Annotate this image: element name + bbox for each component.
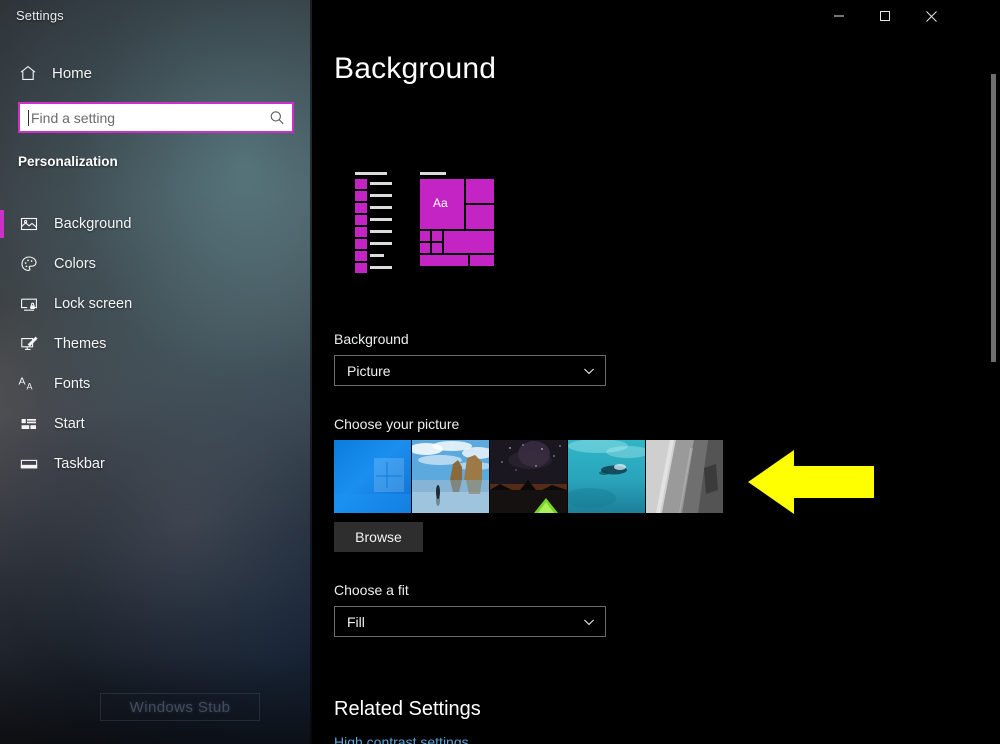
selection-accent-bar (0, 370, 4, 398)
search-box[interactable] (18, 102, 294, 133)
start-icon (18, 413, 40, 435)
selection-accent-bar (0, 450, 4, 478)
palette-icon (18, 253, 40, 275)
picture-thumbnail-wharariki-beach[interactable] (412, 440, 489, 513)
fit-label: Choose a fit (334, 582, 409, 598)
themes-icon (18, 333, 40, 355)
sidebar-item-lock-screen-label: Lock screen (54, 296, 133, 312)
annotation-arrow-left-icon (748, 448, 874, 521)
svg-text:A: A (19, 376, 26, 388)
sidebar-item-fonts-label: Fonts (54, 376, 91, 392)
sidebar-item-colors[interactable]: Colors (0, 244, 312, 284)
background-label: Background (334, 331, 409, 347)
sidebar-item-colors-label: Colors (54, 256, 96, 272)
sidebar-nav-list: Background Colors Lock screen Themes A A… (0, 204, 312, 484)
preview-tile-text: Aa (433, 196, 448, 210)
search-icon[interactable] (268, 109, 286, 127)
fit-value: Fill (347, 613, 365, 630)
selection-accent-bar (0, 210, 4, 238)
page-title: Background (334, 52, 497, 85)
sidebar-item-themes-label: Themes (54, 336, 107, 352)
close-button[interactable] (908, 0, 954, 32)
related-settings-title: Related Settings (334, 698, 481, 720)
sidebar-group-header: Personalization (18, 154, 118, 169)
selection-accent-bar (0, 250, 4, 278)
preview-tile-grid: Aa (420, 172, 496, 276)
minimize-button[interactable] (816, 0, 862, 32)
title-bar (312, 0, 1000, 32)
sidebar-item-start-label: Start (54, 416, 85, 432)
sidebar-item-background-label: Background (54, 216, 132, 232)
sidebar-item-themes[interactable]: Themes (0, 324, 312, 364)
picture-icon (18, 213, 40, 235)
selection-accent-bar (0, 290, 4, 318)
fit-dropdown[interactable]: Fill (334, 606, 606, 637)
sidebar-item-lock-screen[interactable]: Lock screen (0, 284, 312, 324)
desktop-watermark: Windows Stub (100, 693, 260, 721)
sidebar-item-home[interactable]: Home (0, 58, 312, 88)
scrollbar-thumb[interactable] (991, 74, 996, 362)
sidebar-item-fonts[interactable]: A A Fonts (0, 364, 312, 404)
sidebar-item-home-label: Home (52, 64, 93, 82)
taskbar-icon (18, 453, 40, 475)
selection-accent-bar (0, 330, 4, 358)
app-title: Settings (16, 8, 64, 23)
browse-button[interactable]: Browse (334, 522, 423, 552)
related-settings-link[interactable]: High contrast settings (334, 734, 469, 744)
picture-thumbnail-windows-default-blue[interactable] (334, 440, 411, 513)
sidebar: Windows Stub Settings Home Personalizati… (0, 0, 312, 744)
choose-picture-label: Choose your picture (334, 416, 460, 432)
search-input[interactable] (31, 109, 268, 126)
preview-start-list (352, 172, 392, 276)
text-caret (28, 109, 29, 126)
maximize-button[interactable] (862, 0, 908, 32)
settings-window: Windows Stub Settings Home Personalizati… (0, 0, 1000, 744)
sidebar-item-start[interactable]: Start (0, 404, 312, 444)
chevron-down-icon (581, 614, 597, 630)
background-type-dropdown[interactable]: Picture (334, 355, 606, 386)
picture-thumbnail-rock-face-grayscale[interactable] (646, 440, 723, 513)
picture-thumbnail-night-sky-tent[interactable] (490, 440, 567, 513)
chevron-down-icon (581, 363, 597, 379)
picture-thumbnail-underwater-diver[interactable] (568, 440, 645, 513)
lock-screen-icon (18, 293, 40, 315)
sidebar-item-taskbar[interactable]: Taskbar (0, 444, 312, 484)
sidebar-item-background[interactable]: Background (0, 204, 312, 244)
sidebar-item-taskbar-label: Taskbar (54, 456, 105, 472)
home-icon (18, 63, 38, 83)
selection-accent-bar (0, 410, 4, 438)
background-type-value: Picture (347, 362, 391, 379)
svg-text:A: A (27, 382, 33, 392)
fonts-icon: A A (18, 373, 40, 395)
theme-preview: Aa (334, 168, 504, 280)
vertical-scrollbar[interactable] (990, 34, 997, 740)
